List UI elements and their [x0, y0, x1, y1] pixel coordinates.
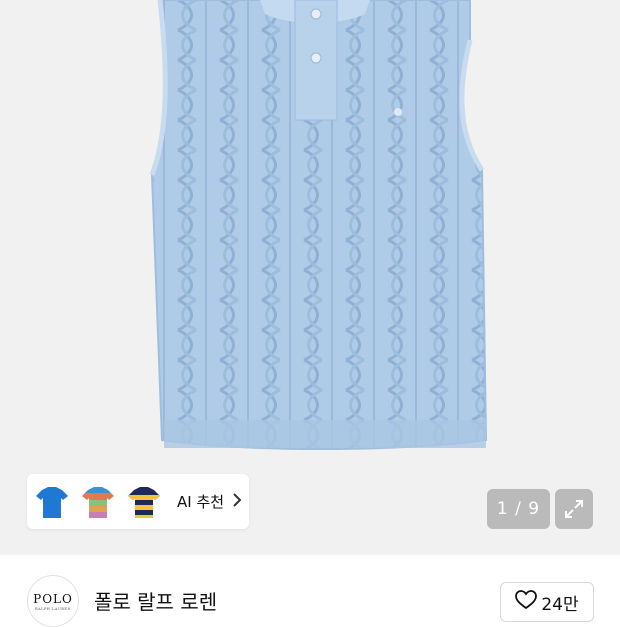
- like-count: 24만: [541, 594, 579, 615]
- product-image: [149, 0, 488, 450]
- image-counter: 1 / 9: [487, 489, 550, 529]
- blue-tshirt-icon[interactable]: [31, 479, 73, 525]
- brand-logo-text: POLO: [33, 591, 73, 606]
- navy-yellow-striped-tshirt-icon[interactable]: [123, 479, 165, 525]
- brand-logo[interactable]: POLO RALPH LAUREN: [27, 575, 79, 627]
- brand-logo-subtext: RALPH LAUREN: [34, 606, 72, 611]
- chevron-right-icon: [232, 492, 242, 511]
- product-image-gallery[interactable]: AI 추천 1 / 9: [0, 0, 620, 555]
- heart-icon: [515, 590, 538, 614]
- ai-recommend-label: AI 추천: [177, 493, 225, 511]
- expand-icon[interactable]: [555, 489, 593, 529]
- like-button[interactable]: 24만: [500, 582, 594, 622]
- brand-name[interactable]: 폴로 랄프 로렌: [94, 586, 217, 615]
- striped-tshirt-icon[interactable]: [77, 479, 119, 525]
- ai-recommend-button[interactable]: AI 추천: [27, 474, 249, 529]
